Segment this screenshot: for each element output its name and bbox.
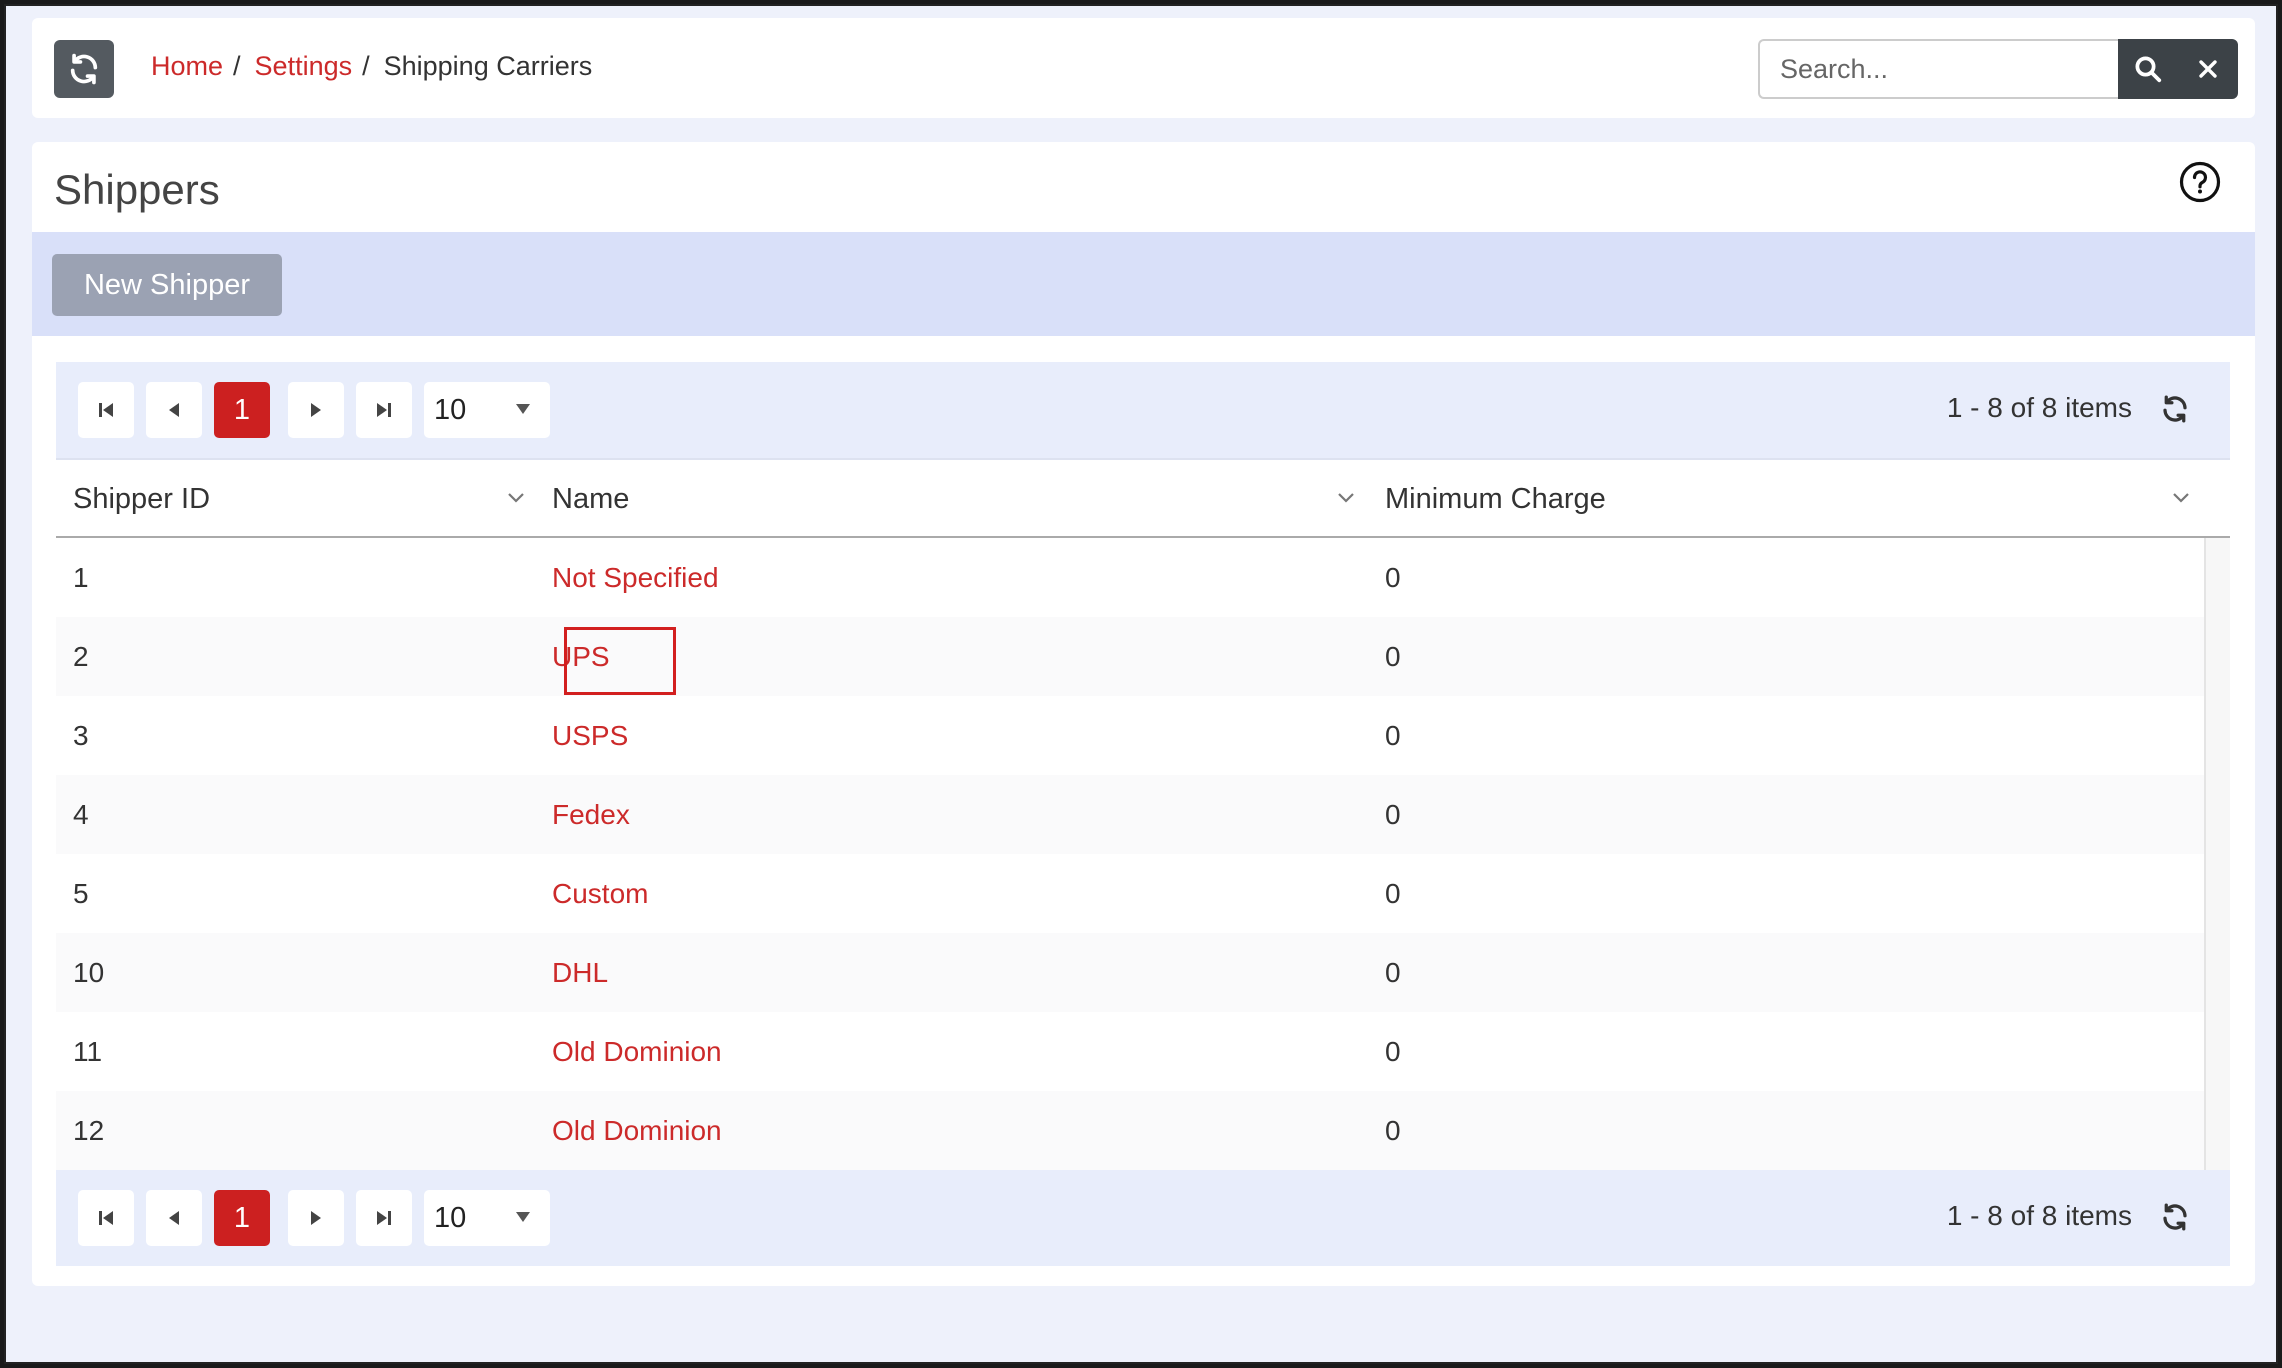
column-header-shipper-id[interactable]: Shipper ID <box>73 460 210 538</box>
first-page-button[interactable] <box>78 1190 134 1246</box>
refresh-icon[interactable] <box>2160 394 2190 424</box>
cell-shipper-id: 11 <box>73 1035 103 1067</box>
prev-page-button[interactable] <box>146 382 202 438</box>
last-page-button[interactable] <box>356 382 412 438</box>
breadcrumb-current: Shipping Carriers <box>383 51 593 81</box>
cell-minimum-charge: 0 <box>1385 1035 1401 1067</box>
shippers-grid: 1 10 1 - 8 of 8 items Shipper ID Name Mi… <box>56 362 2230 1266</box>
shipper-name-link[interactable]: USPS <box>552 696 628 775</box>
page-size-select[interactable]: 10 <box>424 382 550 438</box>
top-bar: Home / Settings / Shipping Carriers <box>32 18 2255 118</box>
app-window: Home / Settings / Shipping Carriers Sear… <box>4 4 2278 1364</box>
pager-info: 1 - 8 of 8 items <box>1946 392 2132 423</box>
refresh-button[interactable] <box>54 40 114 98</box>
prev-page-button[interactable] <box>146 1190 202 1246</box>
breadcrumb-separator: / <box>233 51 241 81</box>
table-row: 2 UPS 0 <box>56 617 2204 696</box>
cell-minimum-charge: 0 <box>1385 956 1401 988</box>
chevron-down-icon[interactable] <box>1337 492 1355 504</box>
column-header-name[interactable]: Name <box>552 460 629 538</box>
cell-shipper-id: 1 <box>73 561 89 593</box>
breadcrumb-separator: / <box>362 51 370 81</box>
breadcrumb: Home / Settings / Shipping Carriers <box>151 51 592 82</box>
page-1-button[interactable]: 1 <box>214 1190 270 1246</box>
cell-minimum-charge: 0 <box>1385 877 1401 909</box>
help-icon[interactable] <box>2178 160 2222 204</box>
first-page-icon <box>99 1211 113 1225</box>
last-page-button[interactable] <box>356 1190 412 1246</box>
cell-shipper-id: 5 <box>73 877 89 909</box>
page-size-value: 10 <box>434 393 467 426</box>
page-size-select[interactable]: 10 <box>424 1190 550 1246</box>
shipper-name-link[interactable]: Not Specified <box>552 538 719 617</box>
first-page-button[interactable] <box>78 382 134 438</box>
cell-shipper-id: 12 <box>73 1114 105 1146</box>
prev-page-icon <box>169 403 179 417</box>
chevron-down-icon[interactable] <box>507 492 525 504</box>
clear-search-button[interactable] <box>2178 39 2238 99</box>
cell-minimum-charge: 0 <box>1385 1114 1401 1146</box>
table-row: 1 Not Specified 0 <box>56 538 2204 617</box>
table-row: 3 USPS 0 <box>56 696 2204 775</box>
table-row: 12 Old Dominion 0 <box>56 1091 2204 1170</box>
table-row: 11 Old Dominion 0 <box>56 1012 2204 1091</box>
shipper-name-link[interactable]: Custom <box>552 854 648 933</box>
search-icon <box>2135 56 2162 83</box>
column-header-minimum-charge[interactable]: Minimum Charge <box>1385 460 1606 538</box>
page-1-button[interactable]: 1 <box>214 382 270 438</box>
cell-shipper-id: 3 <box>73 719 89 751</box>
cell-shipper-id: 4 <box>73 798 89 830</box>
search-input[interactable] <box>1758 39 2118 99</box>
shipper-name-link[interactable]: Old Dominion <box>552 1091 722 1170</box>
highlight-box <box>564 627 676 695</box>
vertical-scrollbar[interactable] <box>2204 538 2230 1170</box>
refresh-icon <box>70 53 98 85</box>
column-header-label: Minimum Charge <box>1385 482 1606 515</box>
breadcrumb-home-link[interactable]: Home <box>151 51 223 82</box>
cell-minimum-charge: 0 <box>1385 640 1401 672</box>
toolbar: New Shipper <box>32 232 2255 336</box>
grid-body: 1 Not Specified 0 2 UPS 0 3 USPS 0 4 Fed… <box>56 538 2230 1170</box>
refresh-icon[interactable] <box>2160 1202 2190 1232</box>
next-page-button[interactable] <box>288 1190 344 1246</box>
cell-minimum-charge: 0 <box>1385 719 1401 751</box>
search-bar <box>1758 39 2238 99</box>
cell-shipper-id: 2 <box>73 640 89 672</box>
shipper-name-link[interactable]: Old Dominion <box>552 1012 722 1091</box>
grid-header: Shipper ID Name Minimum Charge <box>56 458 2230 538</box>
search-button-group <box>2118 39 2238 99</box>
next-page-icon <box>311 1211 321 1225</box>
pager-bottom: 1 10 1 - 8 of 8 items <box>56 1170 2230 1266</box>
last-page-icon <box>377 1211 391 1225</box>
shipper-name-link[interactable]: DHL <box>552 933 608 1012</box>
last-page-icon <box>377 403 391 417</box>
shipper-name-link[interactable]: Fedex <box>552 775 630 854</box>
first-page-icon <box>99 403 113 417</box>
page-title: Shippers <box>54 166 220 213</box>
next-page-button[interactable] <box>288 382 344 438</box>
column-header-label: Shipper ID <box>73 482 211 515</box>
caret-down-icon <box>516 1212 530 1222</box>
prev-page-icon <box>169 1211 179 1225</box>
column-header-label: Name <box>552 482 630 515</box>
next-page-icon <box>311 403 321 417</box>
page-size-value: 10 <box>434 1201 467 1234</box>
pager-info: 1 - 8 of 8 items <box>1946 1200 2132 1231</box>
table-row: 4 Fedex 0 <box>56 775 2204 854</box>
caret-down-icon <box>516 404 530 414</box>
search-button[interactable] <box>2118 39 2178 99</box>
cell-minimum-charge: 0 <box>1385 561 1401 593</box>
cell-minimum-charge: 0 <box>1385 798 1401 830</box>
chevron-down-icon[interactable] <box>2172 492 2190 504</box>
pager-top: 1 10 1 - 8 of 8 items <box>56 362 2230 458</box>
breadcrumb-settings-link[interactable]: Settings <box>255 51 353 82</box>
table-row: 10 DHL 0 <box>56 933 2204 1012</box>
new-shipper-button[interactable]: New Shipper <box>52 254 282 316</box>
close-icon <box>2199 60 2217 78</box>
shippers-card: Shippers New Shipper 1 10 1 - 8 of 8 ite… <box>32 142 2255 1286</box>
table-row: 5 Custom 0 <box>56 854 2204 933</box>
cell-shipper-id: 10 <box>73 956 105 988</box>
